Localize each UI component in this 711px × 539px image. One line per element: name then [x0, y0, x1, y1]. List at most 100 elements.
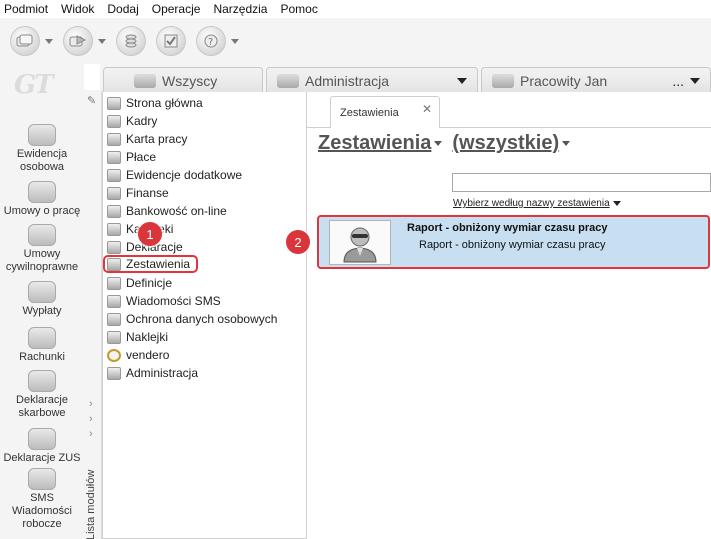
annotation-badge-2: 2	[286, 230, 310, 254]
chevron-down-icon[interactable]	[434, 141, 443, 146]
menu-podmiot[interactable]: Podmiot	[4, 2, 48, 16]
label-icon	[107, 330, 121, 344]
module-item-zestawienia[interactable]: Zestawienia	[103, 255, 199, 273]
annotation-badge-1: 1	[138, 222, 162, 246]
checklist-icon	[156, 26, 186, 56]
tab-wszyscy[interactable]: Wszyscy	[103, 67, 263, 93]
module-item-label: vendero	[126, 348, 170, 362]
civil-contract-icon	[28, 224, 56, 246]
chevron-down-icon[interactable]	[98, 38, 106, 44]
menu-narzedzia[interactable]: Narzędzia	[213, 2, 267, 16]
tab-administracja[interactable]: Administracja	[266, 67, 478, 93]
module-item-ochrona-danych[interactable]: Ochrona danych osobowych	[107, 310, 277, 328]
menu-bar: Podmiot Widok Dodaj Operacje Narzędzia P…	[0, 0, 711, 18]
module-list-label[interactable]: Lista modułów	[85, 470, 97, 539]
module-item-naklejki[interactable]: Naklejki	[107, 328, 168, 346]
menu-operacje[interactable]: Operacje	[152, 2, 201, 16]
chevron-down-icon[interactable]	[45, 38, 53, 44]
toolbar-cards-arrow-button[interactable]	[63, 26, 106, 56]
chevron-right-icon[interactable]: ›	[89, 398, 93, 410]
module-umowy-cywilnoprawne[interactable]: Umowy cywilnoprawne	[0, 224, 84, 274]
module-list-strip: ✎ › › › Lista modułów	[84, 90, 102, 539]
module-deklaracje-skarbowe[interactable]: Deklaracje skarbowe	[0, 370, 84, 420]
module-item-karta-pracy[interactable]: Karta pracy	[107, 130, 187, 148]
top-tabs-row: Wszyscy Administracja Pracowity Jan ...	[100, 64, 711, 93]
search-mode-selector[interactable]: Wybierz według nazwy zestawienia	[453, 198, 621, 209]
module-item-label: Naklejki	[126, 330, 169, 344]
menu-widok[interactable]: Widok	[61, 2, 94, 16]
module-item-kadry[interactable]: Kadry	[107, 112, 157, 130]
people-icon	[277, 73, 299, 88]
tab-label: Administracja	[305, 72, 390, 89]
pin-icon[interactable]: ✎	[87, 94, 96, 107]
tax-declarations-icon	[28, 370, 56, 392]
admin-icon	[107, 366, 121, 380]
module-item-administracja[interactable]: Administracja	[107, 364, 198, 382]
declarations-icon	[107, 240, 121, 254]
category-selector[interactable]: Zestawienia	[318, 132, 431, 155]
module-label: Umowy o pracę	[3, 205, 81, 217]
chevron-down-icon[interactable]	[457, 77, 467, 84]
module-item-label: Finanse	[126, 186, 169, 200]
module-label: Ewidencja osobowa	[16, 148, 68, 173]
module-item-ewidencje-dodatkowe[interactable]: Ewidencje dodatkowe	[107, 166, 242, 184]
tab-label: Zestawienia	[340, 106, 399, 119]
svg-text:?: ?	[208, 37, 213, 48]
payment-icon	[107, 150, 121, 164]
records-icon	[107, 168, 121, 182]
reports-icon	[107, 257, 121, 271]
search-mode-label: Wybierz według nazwy zestawienia	[453, 198, 610, 209]
module-label: Deklaracje skarbowe	[16, 394, 68, 419]
module-wyplaty[interactable]: Wypłaty	[0, 281, 84, 318]
module-item-place[interactable]: Płace	[107, 148, 156, 166]
person-report-icon	[329, 220, 391, 265]
toolbar-cards-button[interactable]	[10, 26, 53, 56]
chevron-down-icon[interactable]	[562, 141, 571, 146]
menu-dodaj[interactable]: Dodaj	[107, 2, 138, 16]
module-item-finanse[interactable]: Finanse	[107, 184, 169, 202]
module-sms-wiadomosci[interactable]: SMS Wiadomości robocze	[0, 468, 84, 531]
search-input[interactable]	[452, 173, 711, 192]
chevron-right-icon[interactable]: ›	[89, 413, 93, 425]
chevron-down-icon[interactable]	[690, 77, 700, 84]
sms-icon	[107, 294, 121, 308]
module-item-vendero[interactable]: vendero	[107, 346, 169, 364]
module-item-definicje[interactable]: Definicje	[107, 274, 172, 292]
filter-selector[interactable]: (wszystkie)	[452, 132, 559, 155]
tab-pracowity-jan[interactable]: Pracowity Jan ...	[481, 67, 711, 93]
coins-icon	[116, 26, 146, 56]
chevron-right-icon[interactable]: ›	[89, 428, 93, 440]
module-item-label: Wiadomości SMS	[126, 294, 221, 308]
module-item-sms[interactable]: Wiadomości SMS	[107, 292, 221, 310]
page-title: Zestawienia (wszystkie)	[318, 132, 580, 155]
left-module-panel: GT Ewidencja osobowa Umowy o pracę Umowy…	[0, 64, 84, 539]
module-label: Rachunki	[19, 351, 65, 363]
toolbar-help-button[interactable]: ?	[196, 26, 239, 56]
module-item-label: Ewidencje dodatkowe	[126, 168, 243, 182]
module-item-label: Zestawienia	[126, 257, 191, 271]
person-icon	[28, 124, 56, 146]
sms-icon	[28, 468, 56, 490]
module-item-label: Płace	[126, 150, 157, 164]
module-deklaracje-zus[interactable]: Deklaracje ZUS	[0, 428, 84, 465]
toolbar-checklist-button[interactable]	[156, 26, 186, 56]
module-label: SMS Wiadomości robocze	[12, 492, 72, 530]
cards-arrow-icon	[63, 26, 93, 56]
content-area: Zestawienia ✕ Zestawienia (wszystkie) Wy…	[307, 92, 711, 539]
report-row[interactable]: Raport - obniżony wymiar czasu pracy Rap…	[317, 215, 710, 269]
module-item-strona-glowna[interactable]: Strona główna	[107, 94, 203, 112]
toolbar-coins-button[interactable]	[116, 26, 146, 56]
module-item-bankowosc[interactable]: Bankowość on-line	[107, 202, 227, 220]
module-ewidencja-osobowa[interactable]: Ewidencja osobowa	[0, 124, 84, 174]
home-icon	[107, 96, 121, 110]
menu-pomoc[interactable]: Pomoc	[280, 2, 317, 16]
more-menu[interactable]: ...	[672, 73, 684, 89]
close-icon[interactable]: ✕	[422, 102, 432, 116]
chevron-down-icon[interactable]	[231, 38, 239, 44]
tab-zestawienia[interactable]: Zestawienia ✕	[330, 96, 440, 128]
module-rachunki[interactable]: Rachunki	[0, 327, 84, 364]
cards-icon	[10, 26, 40, 56]
app-logo: GT	[14, 70, 54, 100]
people-group-icon	[134, 73, 156, 88]
module-umowy-o-prace[interactable]: Umowy o pracę	[0, 181, 84, 218]
